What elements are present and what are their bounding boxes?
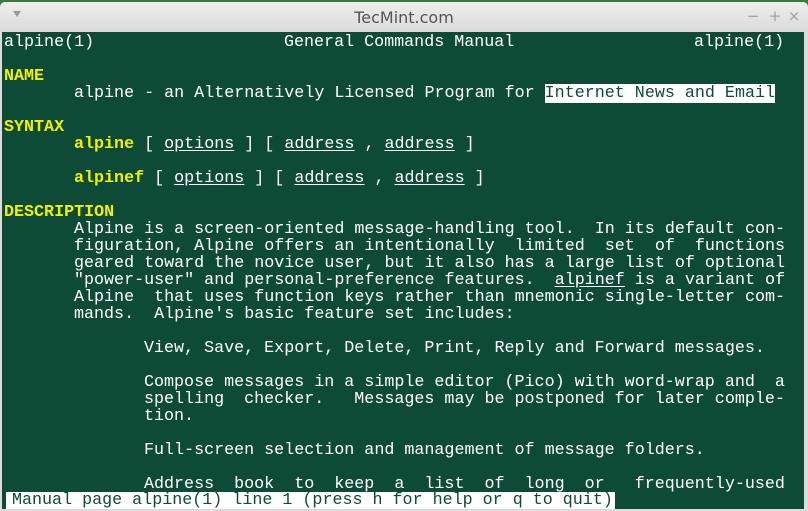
terminal-content[interactable]: alpine(1) General Commands Manual alpine… xyxy=(2,32,804,509)
name-description: alpine - an Alternatively Licensed Progr… xyxy=(74,84,775,103)
description-line: figuration, Alpine offers an intentional… xyxy=(74,237,786,256)
name-text: alpine - an Alternatively Licensed Progr… xyxy=(74,84,545,103)
syntax-options: options xyxy=(164,135,235,154)
syntax-address: address xyxy=(394,169,465,188)
minimize-icon[interactable]: − xyxy=(746,7,760,25)
man-header-left: alpine(1) xyxy=(4,33,95,52)
man-header-center: General Commands Manual xyxy=(284,33,515,52)
section-heading-syntax: SYNTAX xyxy=(4,118,65,137)
syntax-address: address xyxy=(384,135,455,154)
feature-line: tion. xyxy=(144,407,195,426)
man-header-right: alpine(1) xyxy=(694,33,785,52)
feature-line: Compose messages in a simple editor (Pic… xyxy=(144,373,785,392)
syntax-options: options xyxy=(174,169,245,188)
description-line: "power-user" and personal-preference fea… xyxy=(74,272,785,289)
description-line: Alpine that uses function keys rather th… xyxy=(74,288,786,307)
terminal-window: TecMint.com − + × alpine(1) General Comm… xyxy=(0,2,808,511)
feature-line: spelling checker. Messages may be postpo… xyxy=(144,390,785,409)
feature-line: Full-screen selection and management of … xyxy=(144,441,705,460)
section-heading-description: DESCRIPTION xyxy=(4,203,115,222)
description-line: Alpine is a screen-oriented message-hand… xyxy=(74,220,786,239)
pager-status-line: Manual page alpine(1) line 1 (press h fo… xyxy=(6,492,615,509)
window-title: TecMint.com xyxy=(354,8,454,27)
feature-line: View, Save, Export, Delete, Print, Reply… xyxy=(144,339,765,358)
name-highlighted-text: Internet News and Email xyxy=(544,84,775,103)
title-bar[interactable]: TecMint.com − + × xyxy=(0,2,808,32)
syntax-command: alpine xyxy=(74,135,135,154)
syntax-address: address xyxy=(294,169,365,188)
syntax-line-alpinef: alpinef [ options ] [ address , address … xyxy=(74,169,485,188)
close-icon[interactable]: × xyxy=(787,7,801,25)
section-heading-name: NAME xyxy=(4,67,45,86)
syntax-command: alpinef xyxy=(74,169,145,188)
description-line: geared toward the novice user, but it al… xyxy=(74,254,786,273)
maximize-icon[interactable]: + xyxy=(768,7,782,25)
syntax-line-alpine: alpine [ options ] [ address , address ] xyxy=(74,135,475,154)
description-line: mands. Alpine's basic feature set includ… xyxy=(74,305,515,324)
syntax-address: address xyxy=(284,135,355,154)
